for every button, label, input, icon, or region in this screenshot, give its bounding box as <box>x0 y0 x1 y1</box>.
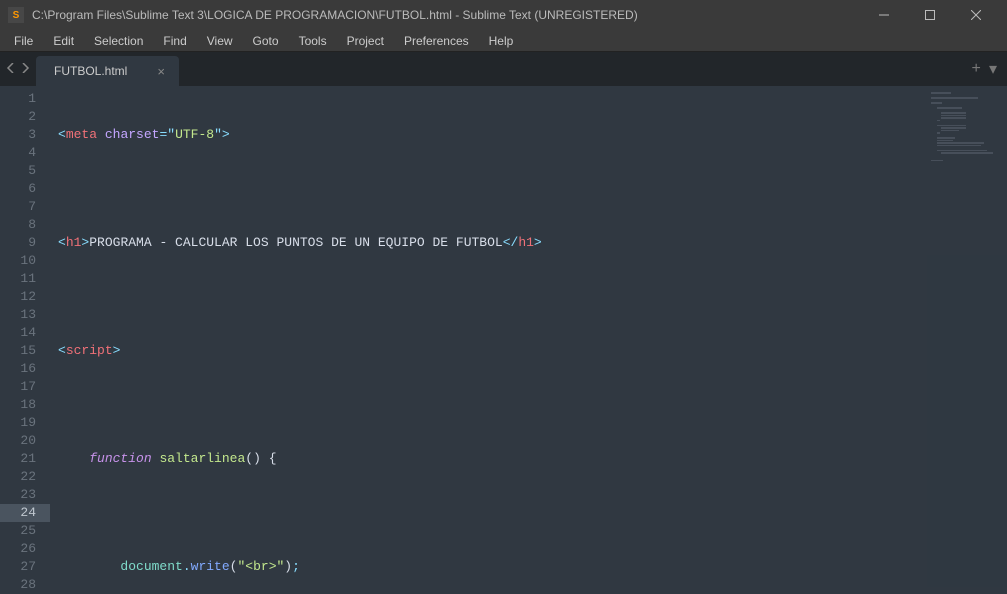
menu-tools[interactable]: Tools <box>289 32 337 50</box>
line-number: 28 <box>4 576 36 594</box>
line-number: 9 <box>4 234 36 252</box>
line-number: 21 <box>4 450 36 468</box>
editor: 1234567891011121314151617181920212223242… <box>0 86 1007 587</box>
new-tab-button[interactable]: + <box>971 60 981 78</box>
menu-file[interactable]: File <box>4 32 43 50</box>
line-number: 8 <box>4 216 36 234</box>
menubar: File Edit Selection Find View Goto Tools… <box>0 30 1007 52</box>
line-number: 2 <box>4 108 36 126</box>
line-number: 10 <box>4 252 36 270</box>
line-number: 20 <box>4 432 36 450</box>
line-number: 15 <box>4 342 36 360</box>
menu-project[interactable]: Project <box>337 32 394 50</box>
line-number: 16 <box>4 360 36 378</box>
minimap[interactable] <box>927 86 1007 587</box>
line-number: 1 <box>4 90 36 108</box>
menu-edit[interactable]: Edit <box>43 32 84 50</box>
line-number: 22 <box>4 468 36 486</box>
tab-futbol[interactable]: FUTBOL.html × <box>36 56 179 86</box>
nav-back-icon[interactable] <box>6 60 16 78</box>
maximize-button[interactable] <box>907 0 953 30</box>
line-number: 14 <box>4 324 36 342</box>
line-number: 12 <box>4 288 36 306</box>
line-number: 17 <box>4 378 36 396</box>
close-button[interactable] <box>953 0 999 30</box>
app-icon: S <box>8 7 24 23</box>
titlebar: S C:\Program Files\Sublime Text 3\LOGICA… <box>0 0 1007 30</box>
code-area[interactable]: <meta charset="UTF-8"> <h1>PROGRAMA - CA… <box>50 86 927 587</box>
gutter: 1234567891011121314151617181920212223242… <box>0 86 50 587</box>
menu-help[interactable]: Help <box>479 32 524 50</box>
line-number: 26 <box>4 540 36 558</box>
menu-goto[interactable]: Goto <box>243 32 289 50</box>
minimize-button[interactable] <box>861 0 907 30</box>
line-number: 24 <box>0 504 50 522</box>
tab-label: FUTBOL.html <box>54 64 127 78</box>
line-number: 23 <box>4 486 36 504</box>
menu-view[interactable]: View <box>197 32 243 50</box>
menu-selection[interactable]: Selection <box>84 32 153 50</box>
line-number: 18 <box>4 396 36 414</box>
tab-overflow-icon[interactable]: ▾ <box>989 59 997 79</box>
line-number: 6 <box>4 180 36 198</box>
line-number: 19 <box>4 414 36 432</box>
line-number: 4 <box>4 144 36 162</box>
nav-forward-icon[interactable] <box>20 60 30 78</box>
line-number: 25 <box>4 522 36 540</box>
window-title: C:\Program Files\Sublime Text 3\LOGICA D… <box>32 8 861 22</box>
tabbar: FUTBOL.html × + ▾ <box>0 52 1007 86</box>
line-number: 11 <box>4 270 36 288</box>
tab-close-icon[interactable]: × <box>157 64 165 79</box>
line-number: 3 <box>4 126 36 144</box>
menu-preferences[interactable]: Preferences <box>394 32 479 50</box>
menu-find[interactable]: Find <box>153 32 196 50</box>
line-number: 27 <box>4 558 36 576</box>
line-number: 13 <box>4 306 36 324</box>
line-number: 7 <box>4 198 36 216</box>
line-number: 5 <box>4 162 36 180</box>
